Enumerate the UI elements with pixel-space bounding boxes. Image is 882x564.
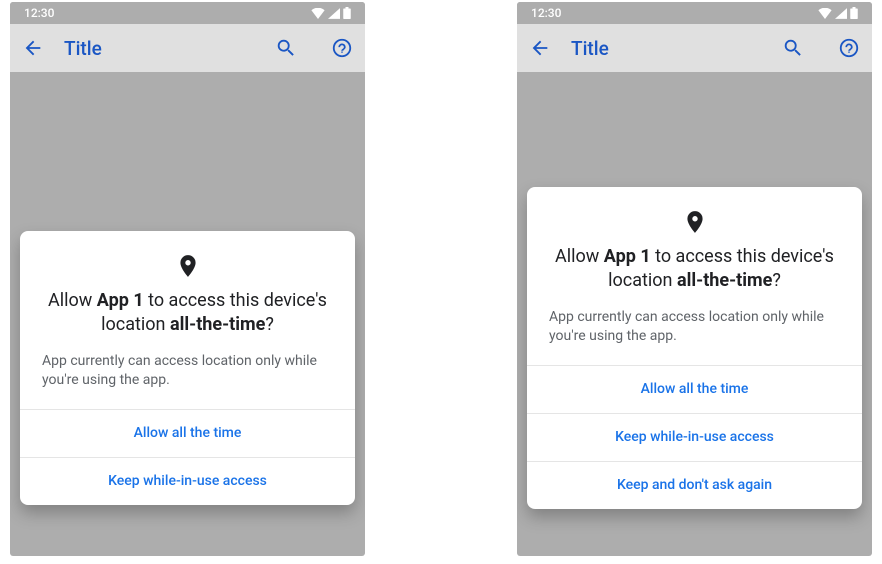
phone-right: 12:30 Title: [517, 2, 872, 556]
status-icons: [311, 7, 351, 19]
permission-title: Allow App 1 to access this device's loca…: [549, 245, 840, 294]
status-bar: 12:30: [517, 2, 872, 24]
dialog-body: Allow App 1 to access this device's loca…: [527, 187, 862, 365]
permission-subtitle: App currently can access location only w…: [549, 308, 840, 347]
allow-all-time-button[interactable]: Allow all the time: [527, 365, 862, 413]
wifi-icon: [818, 8, 832, 19]
help-icon[interactable]: [838, 37, 860, 59]
allow-all-time-button[interactable]: Allow all the time: [20, 409, 355, 457]
permission-title: Allow App 1 to access this device's loca…: [42, 289, 333, 338]
status-time: 12:30: [24, 6, 54, 20]
keep-while-in-use-button[interactable]: Keep while-in-use access: [20, 457, 355, 505]
search-icon[interactable]: [782, 37, 804, 59]
location-icon: [549, 209, 840, 235]
app-bar: Title: [10, 24, 365, 72]
app-bar: Title: [517, 24, 872, 72]
permission-dialog: Allow App 1 to access this device's loca…: [20, 231, 355, 505]
wifi-icon: [311, 8, 325, 19]
status-time: 12:30: [531, 6, 561, 20]
app-name: App 1: [97, 290, 144, 311]
back-icon[interactable]: [22, 37, 44, 59]
dialog-body: Allow App 1 to access this device's loca…: [20, 231, 355, 409]
permission-dialog: Allow App 1 to access this device's loca…: [527, 187, 862, 509]
back-icon[interactable]: [529, 37, 551, 59]
permission-subtitle: App currently can access location only w…: [42, 352, 333, 391]
signal-icon: [835, 8, 847, 19]
keep-while-in-use-button[interactable]: Keep while-in-use access: [527, 413, 862, 461]
status-icons: [818, 7, 858, 19]
page-title: Title: [571, 37, 762, 60]
app-name: App 1: [604, 246, 651, 267]
status-bar: 12:30: [10, 2, 365, 24]
battery-icon: [343, 7, 351, 19]
help-icon[interactable]: [331, 37, 353, 59]
search-icon[interactable]: [275, 37, 297, 59]
keep-dont-ask-button[interactable]: Keep and don't ask again: [527, 461, 862, 509]
phone-left: 12:30 Title: [10, 2, 365, 556]
location-icon: [42, 253, 333, 279]
battery-icon: [850, 7, 858, 19]
signal-icon: [328, 8, 340, 19]
page-title: Title: [64, 37, 255, 60]
